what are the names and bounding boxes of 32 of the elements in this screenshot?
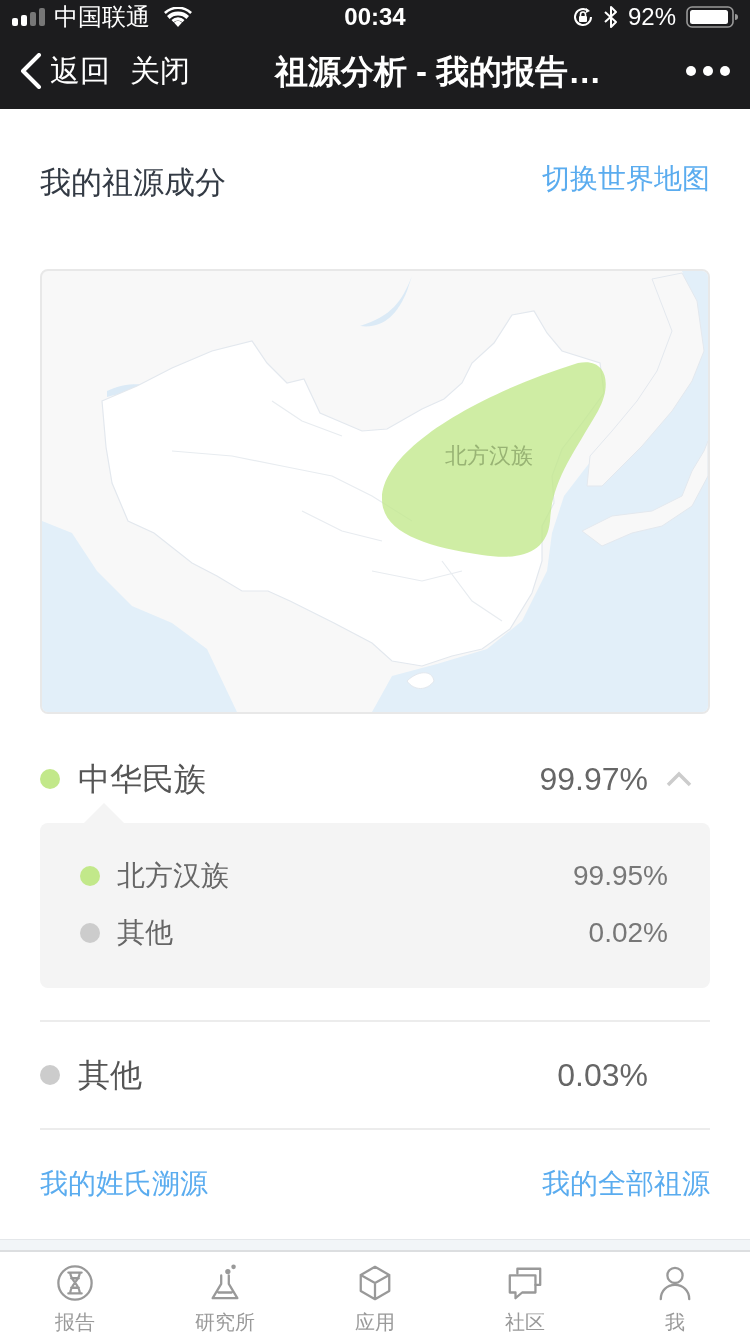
status-time: 00:34 xyxy=(344,4,406,29)
group-percent: 99.97% xyxy=(539,763,648,796)
group-percent: 0.03% xyxy=(557,1058,648,1091)
group-name: 中华民族 xyxy=(78,763,206,796)
page-title: 祖源分析 - 我的报告… xyxy=(274,54,602,88)
battery-percent: 92% xyxy=(627,4,676,29)
subgroup-name: 北方汉族 xyxy=(117,862,229,891)
tab-item[interactable]: 报告 xyxy=(0,1251,150,1334)
switch-map-link[interactable]: 切换世界地图 xyxy=(542,158,710,199)
subgroup-percent: 99.95% xyxy=(573,862,668,891)
bluetooth-icon xyxy=(603,4,618,29)
region-label: 北方汉族 xyxy=(445,444,533,467)
subgroup-name: 其他 xyxy=(117,919,173,948)
dna-icon xyxy=(56,1263,94,1302)
tab-item[interactable]: 我 xyxy=(600,1251,750,1334)
back-button[interactable]: 返回 xyxy=(20,53,110,90)
rotation-lock-icon xyxy=(571,5,594,28)
wifi-icon xyxy=(164,6,192,27)
tab-item[interactable]: 应用 xyxy=(300,1251,450,1334)
more-icon xyxy=(686,66,730,77)
chevron-left-icon xyxy=(20,53,42,90)
section-title: 我的祖源成分 xyxy=(40,163,226,202)
signal-icon xyxy=(12,7,46,26)
battery-icon xyxy=(686,5,738,28)
close-button[interactable]: 关闭 xyxy=(130,56,190,87)
ancestry-link[interactable]: 我的全部祖源 xyxy=(542,1170,710,1199)
group-name: 其他 xyxy=(78,1058,142,1091)
subgroup-percent: 0.02% xyxy=(588,919,668,948)
tab-item[interactable]: 研究所 xyxy=(150,1251,300,1334)
ancestry-link[interactable]: 我的姓氏溯源 xyxy=(40,1170,208,1199)
carrier-name: 中国联通 xyxy=(54,4,150,29)
tab-item[interactable]: 社区 xyxy=(450,1251,600,1334)
